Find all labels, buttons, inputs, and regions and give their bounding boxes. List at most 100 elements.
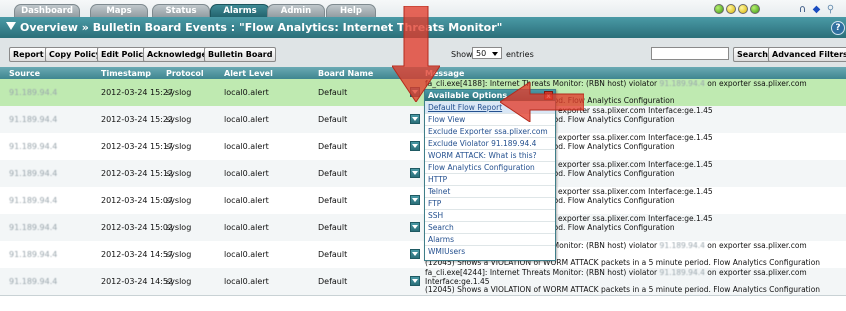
search-input[interactable] (651, 47, 729, 60)
board-name-cell: Default (318, 277, 348, 286)
tab-status[interactable]: Status (152, 4, 210, 18)
source-cell: 91.189.94.4 (9, 115, 58, 124)
yellow-status-icon[interactable] (726, 4, 736, 14)
column-source[interactable]: Source (9, 69, 40, 78)
message-detail: (12045) Shows a VIOLATION of WORM ATTACK… (425, 285, 821, 295)
tab-admin[interactable]: Admin (267, 4, 325, 18)
menu-item[interactable]: Telnet (425, 185, 555, 197)
menu-item[interactable]: Flow Analytics Configuration (425, 161, 555, 173)
board-name-cell: Default (318, 223, 348, 232)
message-violator-ip: 91.189.94.4 (659, 80, 705, 88)
protocol-cell: syslog (166, 250, 192, 259)
alert-level-cell: local0.alert (224, 277, 269, 286)
timestamp-cell: 2012-03-24 15:22 (101, 115, 174, 124)
copy-policy-button[interactable]: Copy Policy (45, 47, 105, 62)
source-cell: 91.189.94.4 (9, 277, 58, 286)
menu-item[interactable]: Alarms (425, 233, 555, 245)
source-cell: 91.189.94.4 (9, 223, 58, 232)
tab-help[interactable]: Help (326, 4, 376, 18)
timestamp-cell: 2012-03-24 15:17 (101, 142, 174, 151)
yellow-status-icon[interactable] (738, 4, 748, 14)
row-options-dropdown-icon[interactable] (410, 168, 420, 178)
entries-label: entries (506, 50, 534, 59)
column-protocol[interactable]: Protocol (166, 69, 204, 78)
advanced-filters-button[interactable]: Advanced Filters (768, 47, 846, 62)
message-violator-ip: 91.189.94.4 (659, 269, 705, 277)
table-row[interactable]: 91.189.94.4 2012-03-24 15:07 syslog local0.… (0, 187, 846, 215)
alert-level-cell: local0.alert (224, 223, 269, 232)
tab-alarms[interactable]: Alarms (210, 4, 270, 18)
row-options-dropdown-icon[interactable] (410, 249, 420, 259)
timestamp-cell: 2012-03-24 15:02 (101, 223, 174, 232)
protocol-cell: syslog (166, 196, 192, 205)
acknowledge-button[interactable]: Acknowledge (143, 47, 211, 62)
collapse-chevron-icon[interactable] (6, 22, 16, 30)
row-options-dropdown-icon[interactable] (410, 276, 420, 286)
table-row[interactable]: 91.189.94.4 2012-03-24 14:57 syslog local0.… (0, 241, 846, 269)
alert-level-cell: local0.alert (224, 115, 269, 124)
show-label: Show (451, 50, 473, 59)
column-timestamp[interactable]: Timestamp (101, 69, 151, 78)
menu-item[interactable]: Exclude Violator 91.189.94.4 (425, 137, 555, 149)
message-violator-ip: 91.189.94.4 (659, 242, 705, 250)
board-name-cell: Default (318, 169, 348, 178)
protocol-cell: syslog (166, 223, 192, 232)
row-options-dropdown-icon[interactable] (410, 141, 420, 151)
entries-select[interactable]: 50 (472, 47, 502, 59)
board-name-cell: Default (318, 250, 348, 259)
status-indicators (714, 4, 760, 14)
source-cell: 91.189.94.4 (9, 250, 58, 259)
table-row[interactable]: 91.189.94.4 2012-03-24 14:52 syslog local0.… (0, 268, 846, 296)
alert-level-cell: local0.alert (224, 169, 269, 178)
timestamp-cell: 2012-03-24 14:57 (101, 250, 174, 259)
arrow-down-annotation (392, 6, 440, 102)
alert-level-cell: local0.alert (224, 196, 269, 205)
message-cell: fa_cli.exe[4244]: Internet Threats Monit… (425, 269, 843, 295)
row-options-dropdown-icon[interactable] (410, 195, 420, 205)
row-options-dropdown-icon[interactable] (410, 114, 420, 124)
timestamp-cell: 2012-03-24 15:12 (101, 169, 174, 178)
table-row[interactable]: 91.189.94.4 2012-03-24 15:17 syslog local0.… (0, 133, 846, 161)
menu-item[interactable]: SSH (425, 209, 555, 221)
table-row[interactable]: 91.189.94.4 2012-03-24 15:22 syslog local0.… (0, 106, 846, 134)
green-status-icon[interactable] (714, 4, 724, 14)
menu-item[interactable]: HTTP (425, 173, 555, 185)
alert-level-cell: local0.alert (224, 142, 269, 151)
menu-item[interactable]: WORM ATTACK: What is this? (425, 149, 555, 161)
chevron-down-icon (492, 52, 498, 56)
source-cell: 91.189.94.4 (9, 196, 58, 205)
protocol-cell: syslog (166, 115, 192, 124)
green-status-icon[interactable] (750, 4, 760, 14)
menu-item[interactable]: Exclude Exporter ssa.plixer.com (425, 125, 555, 137)
tab-dashboard[interactable]: Dashboard (14, 4, 80, 18)
table-row[interactable]: 91.189.94.4 2012-03-24 15:12 syslog local0.… (0, 160, 846, 188)
row-options-dropdown-icon[interactable] (410, 222, 420, 232)
protocol-cell: syslog (166, 169, 192, 178)
report-button[interactable]: Report (9, 47, 48, 62)
menu-item[interactable]: WMIUsers (425, 245, 555, 257)
board-name-cell: Default (318, 88, 348, 97)
bulletin-board-button[interactable]: Bulletin Board (204, 47, 277, 62)
timestamp-cell: 2012-03-24 15:27 (101, 88, 174, 97)
table-row[interactable]: 91.189.94.4 2012-03-24 15:02 syslog local0.… (0, 214, 846, 242)
help-icon[interactable]: ? (831, 21, 845, 35)
board-name-cell: Default (318, 142, 348, 151)
menu-item[interactable]: Search (425, 221, 555, 233)
pin-icon[interactable]: ⚲ (825, 4, 836, 15)
board-name-cell: Default (318, 115, 348, 124)
protocol-cell: syslog (166, 277, 192, 286)
column-alert-level[interactable]: Alert Level (224, 69, 273, 78)
protocol-cell: syslog (166, 88, 192, 97)
source-cell: 91.189.94.4 (9, 169, 58, 178)
source-cell: 91.189.94.4 (9, 142, 58, 151)
headphones-icon[interactable]: ∩ (797, 4, 808, 15)
board-name-cell: Default (318, 196, 348, 205)
entries-value: 50 (476, 49, 487, 58)
search-button[interactable]: Search (733, 47, 772, 62)
tab-maps[interactable]: Maps (90, 4, 148, 18)
column-board-name[interactable]: Board Name (318, 69, 373, 78)
arrow-left-annotation (500, 82, 584, 122)
menu-item[interactable]: FTP (425, 197, 555, 209)
timestamp-cell: 2012-03-24 15:07 (101, 196, 174, 205)
diamond-icon[interactable]: ◆ (811, 4, 822, 15)
